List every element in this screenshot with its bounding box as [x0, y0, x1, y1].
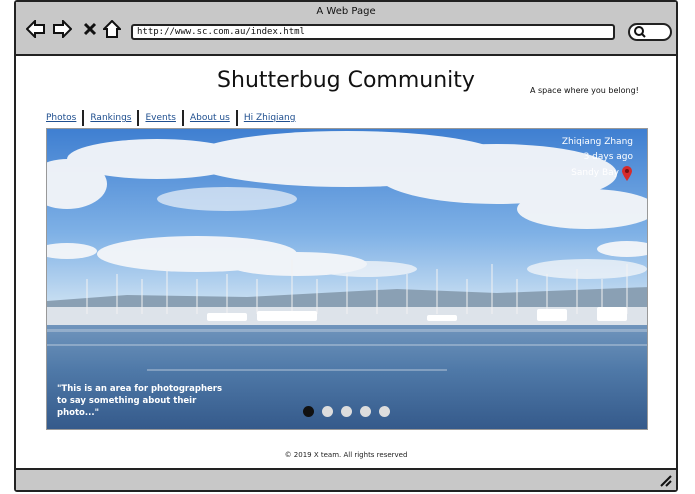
main-nav: Photos Rankings Events About us Hi Zhiqi…	[46, 109, 301, 127]
nav-rankings[interactable]: Rankings	[82, 110, 137, 126]
home-icon	[103, 20, 121, 38]
photo-caption: "This is an area for photographers to sa…	[57, 384, 223, 418]
carousel-dot-2[interactable]	[322, 406, 333, 417]
nav-photos[interactable]: Photos	[46, 110, 82, 126]
search-box[interactable]	[628, 23, 672, 41]
photo-carousel[interactable]: Zhiqiang Zhang 3 days ago Sandy Bay "Thi…	[46, 128, 648, 430]
carousel-dot-4[interactable]	[360, 406, 371, 417]
home-button[interactable]	[102, 19, 122, 39]
nav-events[interactable]: Events	[137, 110, 181, 126]
photo-meta: Zhiqiang Zhang 3 days ago Sandy Bay	[562, 135, 633, 181]
arrow-right-icon	[53, 20, 72, 38]
carousel-dot-5[interactable]	[379, 406, 390, 417]
close-icon	[83, 22, 97, 36]
back-button[interactable]	[26, 19, 46, 39]
arrow-left-icon	[26, 20, 45, 38]
browser-window: A Web Page http://www.sc.com.au/index.ht…	[14, 0, 678, 492]
footer-copyright: © 2019 X team. All rights reserved	[284, 451, 408, 459]
carousel-dots	[303, 406, 390, 417]
browser-statusbar	[16, 468, 676, 490]
carousel-dot-3[interactable]	[341, 406, 352, 417]
search-icon	[634, 26, 646, 38]
nav-about-us[interactable]: About us	[181, 110, 236, 126]
nav-user-greeting[interactable]: Hi Zhiqiang	[235, 110, 302, 126]
photo-location[interactable]: Sandy Bay	[571, 166, 619, 181]
url-input[interactable]: http://www.sc.com.au/index.html	[131, 24, 615, 40]
window-title: A Web Page	[316, 6, 376, 17]
forward-button[interactable]	[52, 19, 72, 39]
site-tagline: A space where you belong!	[530, 86, 639, 95]
photo-author[interactable]: Zhiqiang Zhang	[562, 135, 633, 150]
resize-grip-icon[interactable]	[658, 473, 672, 487]
carousel-dot-1[interactable]	[303, 406, 314, 417]
photo-location-row: Sandy Bay	[562, 165, 633, 181]
browser-toolbar: A Web Page http://www.sc.com.au/index.ht…	[16, 2, 676, 56]
photo-age: 3 days ago	[583, 152, 633, 162]
stop-button[interactable]	[80, 19, 100, 39]
map-pin-icon	[622, 166, 632, 181]
